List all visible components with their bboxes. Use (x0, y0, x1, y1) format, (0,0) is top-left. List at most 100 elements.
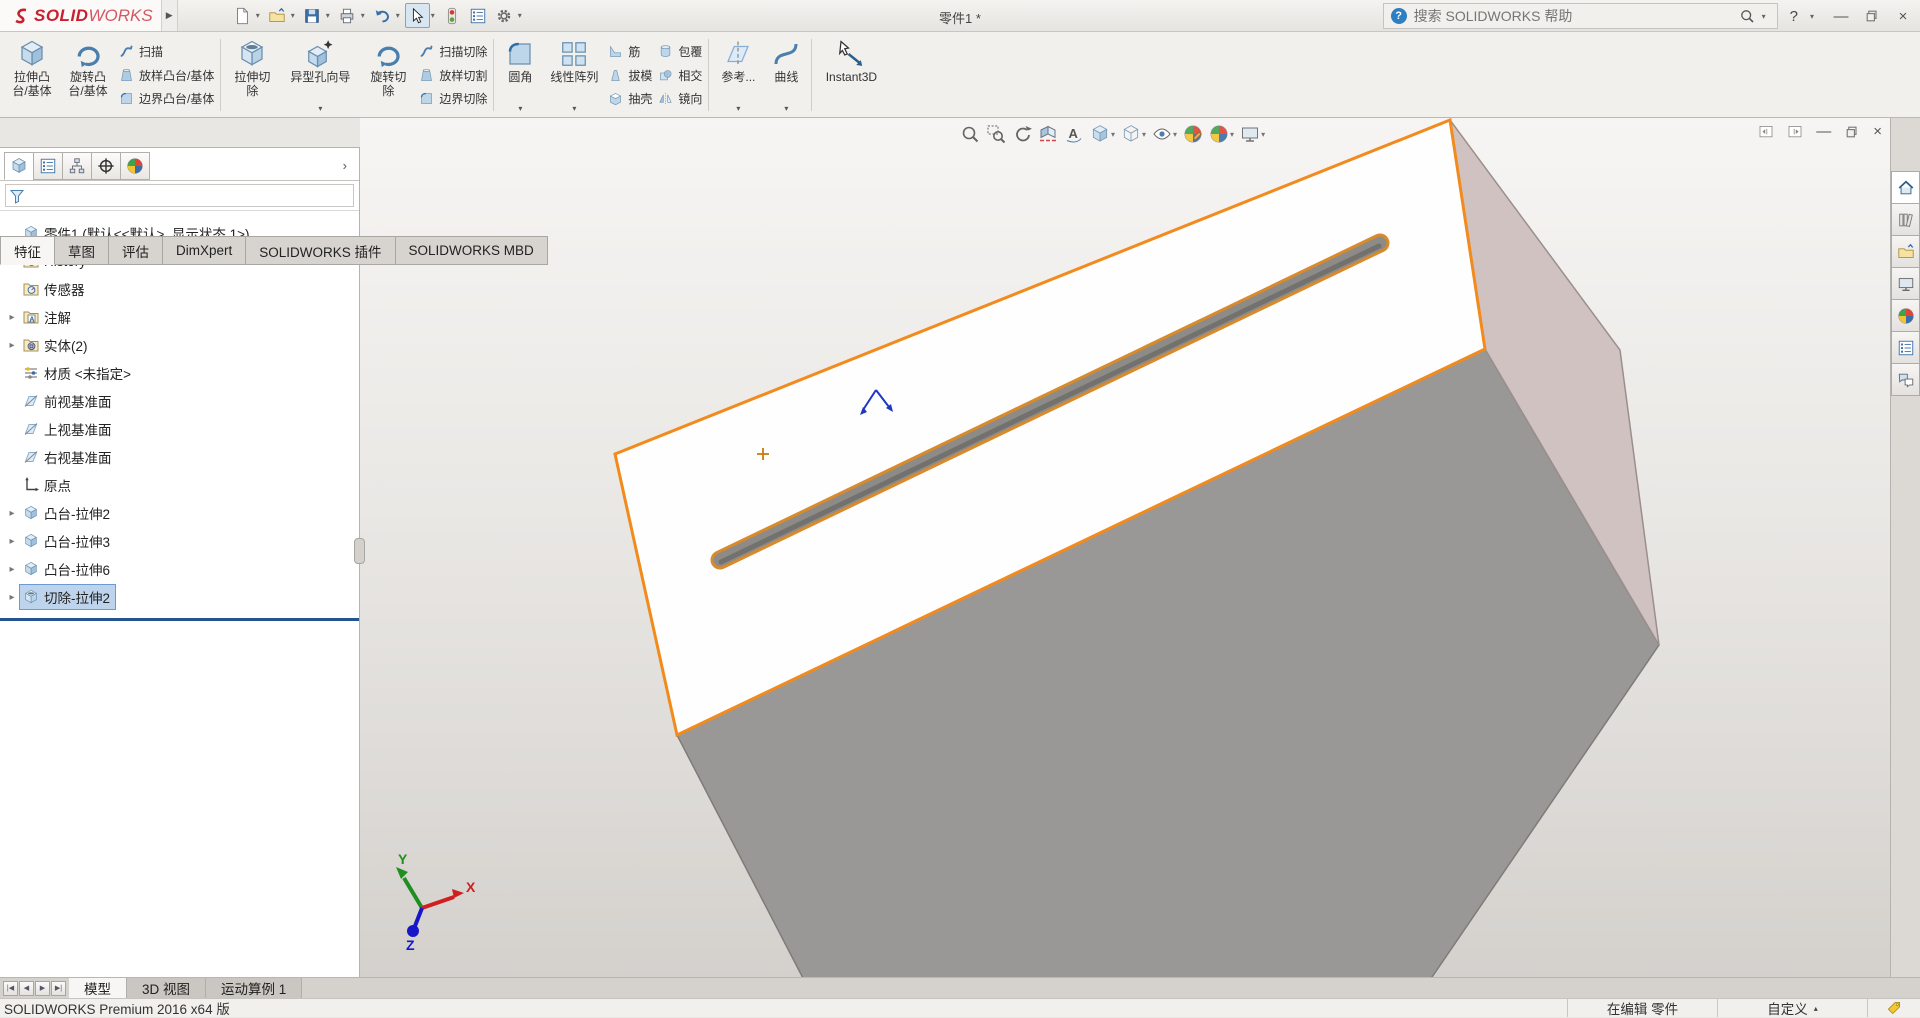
custom-properties-button[interactable] (1891, 331, 1920, 364)
reference-caret-icon[interactable]: ▾ (736, 102, 740, 116)
tab-solidworks-mbd[interactable]: SOLIDWORKS MBD (396, 236, 548, 265)
rollback-bar[interactable] (0, 618, 359, 621)
undo-caret-icon[interactable]: ▾ (396, 11, 400, 20)
tree-item-cut-extrude2[interactable]: ▸ 切除-拉伸2 (0, 583, 359, 611)
tree-item-origin[interactable]: 原点 (0, 471, 359, 499)
extruded-boss-base-button[interactable]: 拉伸凸 台/基体 (4, 35, 60, 115)
motion-study-tab[interactable]: 运动算例 1 (206, 978, 302, 998)
fillet-caret-icon[interactable]: ▾ (518, 102, 522, 116)
search-caret-icon[interactable]: ▾ (1762, 12, 1766, 21)
expand-arrow-icon[interactable]: ▸ (5, 312, 19, 323)
expand-arrow-icon[interactable]: ▸ (5, 508, 19, 519)
select-tool-button[interactable] (405, 3, 430, 28)
tab-sketch[interactable]: 草图 (55, 236, 109, 265)
hide-show-caret-icon[interactable]: ▾ (1173, 130, 1177, 139)
view-palette-button[interactable] (1891, 267, 1920, 300)
doc-close-button[interactable]: × (1873, 123, 1882, 140)
hole-wizard-button[interactable]: 异型孔向导 ▾ (280, 35, 360, 115)
previous-tab-button[interactable]: ◀ (19, 981, 34, 996)
new-caret-icon[interactable]: ▾ (256, 11, 260, 20)
rib-button[interactable]: 筋 (608, 40, 652, 63)
expand-arrow-icon[interactable]: ▸ (5, 592, 19, 603)
boundary-boss-button[interactable]: 边界凸台/基体 (119, 87, 214, 110)
dimxpertmanager-tab[interactable] (91, 152, 121, 180)
expand-arrow-icon[interactable]: ▸ (5, 536, 19, 547)
zoom-to-fit-button[interactable] (960, 124, 980, 144)
first-tab-button[interactable]: |◀ (3, 981, 18, 996)
edit-appearance-button[interactable] (1183, 124, 1203, 144)
expand-arrow-icon[interactable]: ▸ (5, 564, 19, 575)
propertymanager-tab[interactable] (33, 152, 63, 180)
instant3d-button[interactable]: Instant3D (815, 35, 887, 115)
3d-views-tab[interactable]: 3D 视图 (127, 978, 206, 998)
revolved-boss-base-button[interactable]: 旋转凸 台/基体 (60, 35, 116, 115)
apply-scene-caret-icon[interactable]: ▾ (1230, 130, 1234, 139)
new-document-button[interactable] (230, 3, 255, 28)
logo-flyout-button[interactable]: ▶ (162, 0, 178, 31)
wrap-button[interactable]: 包覆 (658, 40, 702, 63)
swept-boss-button[interactable]: 扫描 (119, 40, 214, 63)
swept-cut-button[interactable]: 扫描切除 (419, 40, 487, 63)
custom-status-menu[interactable]: 自定义 ▴ (1717, 999, 1867, 1017)
revolved-cut-button[interactable]: 旋转切 除 (360, 35, 416, 115)
display-style-button[interactable]: ▾ (1121, 124, 1146, 144)
file-explorer-button[interactable] (1891, 235, 1920, 268)
panel-expand-chevron-icon[interactable]: › (343, 158, 347, 173)
apply-scene-button[interactable]: ▾ (1209, 124, 1234, 144)
tab-evaluate[interactable]: 评估 (109, 236, 163, 265)
tree-item-sensors[interactable]: 传感器 (0, 275, 359, 303)
help-menu-button[interactable]: ? (1790, 8, 1798, 25)
options-button[interactable] (492, 3, 517, 28)
displaymanager-tab[interactable] (120, 152, 150, 180)
next-tab-button[interactable]: ▶ (35, 981, 50, 996)
save-button[interactable] (300, 3, 325, 28)
section-view-button[interactable] (1038, 124, 1058, 144)
graphics-viewport[interactable]: Y X Z ▾ ▾ ▾ ▾ ▾ — × (360, 118, 1890, 977)
rebuild-button[interactable] (440, 3, 465, 28)
pattern-caret-icon[interactable]: ▾ (572, 102, 576, 116)
fillet-button[interactable]: 圆角 ▾ (497, 35, 543, 115)
help-caret-icon[interactable]: ▾ (1810, 12, 1814, 21)
collapse-left-pane-icon[interactable] (1758, 124, 1774, 140)
forum-button[interactable] (1891, 363, 1920, 396)
curves-button[interactable]: 曲线 ▾ (764, 35, 808, 115)
open-button[interactable] (265, 3, 290, 28)
solidworks-resources-button[interactable] (1891, 171, 1920, 204)
options-caret-icon[interactable]: ▾ (518, 11, 522, 20)
tree-item-boss-extrude3[interactable]: ▸ 凸台-拉伸3 (0, 527, 359, 555)
view-settings-caret-icon[interactable]: ▾ (1261, 130, 1265, 139)
search-box[interactable]: ? ▾ (1383, 3, 1778, 29)
tag-status[interactable] (1867, 999, 1920, 1017)
doc-minimize-button[interactable]: — (1816, 123, 1831, 140)
design-library-button[interactable] (1891, 203, 1920, 236)
boundary-cut-button[interactable]: 边界切除 (419, 87, 487, 110)
hole-wizard-caret-icon[interactable]: ▾ (318, 102, 322, 116)
view-orientation-caret-icon[interactable]: ▾ (1111, 130, 1115, 139)
panel-splitter-handle[interactable] (354, 538, 365, 564)
mirror-button[interactable]: 镜向 (658, 87, 702, 110)
tree-item-annotations[interactable]: ▸ A 注解 (0, 303, 359, 331)
tree-item-right-plane[interactable]: 右视基准面 (0, 443, 359, 471)
hide-show-items-button[interactable]: ▾ (1152, 124, 1177, 144)
annotation-views-button[interactable] (1064, 124, 1084, 144)
tree-item-boss-extrude2[interactable]: ▸ 凸台-拉伸2 (0, 499, 359, 527)
tab-dimxpert[interactable]: DimXpert (163, 236, 246, 265)
model-3d-box[interactable]: Y X Z (360, 118, 1890, 977)
tree-item-front-plane[interactable]: 前视基准面 (0, 387, 359, 415)
tab-features[interactable]: 特征 (0, 236, 55, 265)
search-input[interactable] (1414, 8, 1732, 24)
previous-view-button[interactable] (1012, 124, 1032, 144)
restore-button[interactable] (1864, 8, 1880, 24)
save-caret-icon[interactable]: ▾ (326, 11, 330, 20)
view-orientation-button[interactable]: ▾ (1090, 124, 1115, 144)
tree-item-material[interactable]: 材质 <未指定> (0, 359, 359, 387)
minimize-button[interactable]: — (1830, 8, 1852, 25)
print-caret-icon[interactable]: ▾ (361, 11, 365, 20)
draft-button[interactable]: 拔模 (608, 64, 652, 87)
shell-button[interactable]: 抽壳 (608, 87, 652, 110)
lofted-cut-button[interactable]: 放样切割 (419, 64, 487, 87)
appearances-button[interactable] (1891, 299, 1920, 332)
tree-item-boss-extrude6[interactable]: ▸ 凸台-拉伸6 (0, 555, 359, 583)
lofted-boss-button[interactable]: 放样凸台/基体 (119, 64, 214, 87)
expand-arrow-icon[interactable]: ▸ (5, 340, 19, 351)
